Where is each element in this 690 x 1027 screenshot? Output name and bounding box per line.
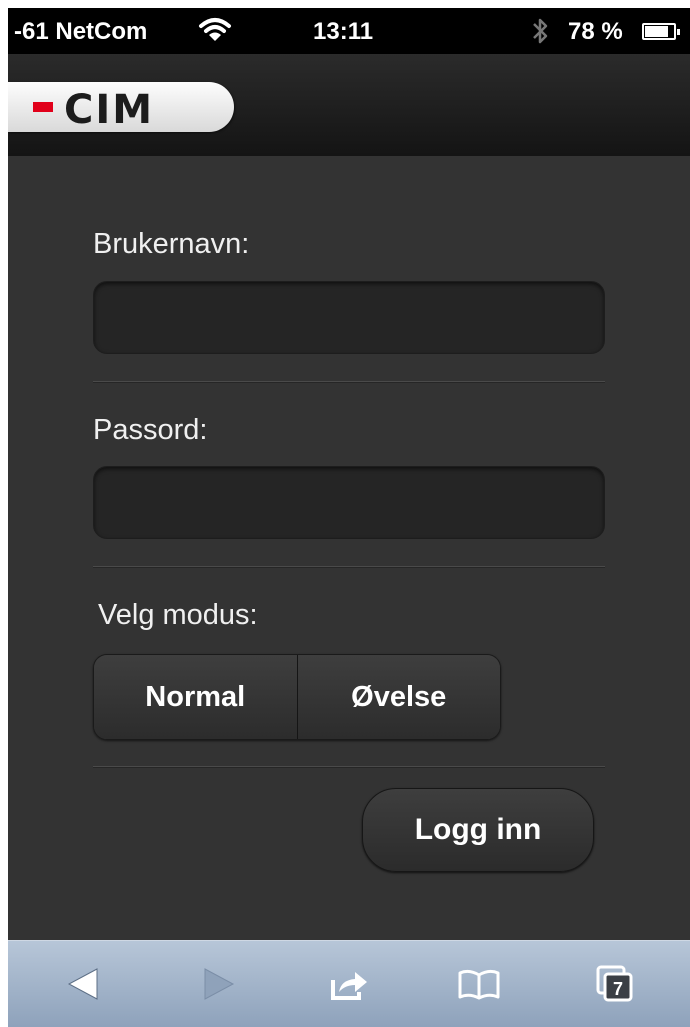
logo-text: CIM (64, 87, 155, 133)
battery-level-fill (645, 26, 669, 37)
app-header: CIM (8, 54, 690, 156)
password-label: Passord: (93, 414, 208, 446)
mode-label: Velg modus: (98, 599, 258, 631)
phone-screen: -61 NetCom 13:11 78 % CIM Brukernavn: Pa… (8, 8, 690, 1027)
battery-percentage: 78 % (568, 18, 623, 45)
back-icon[interactable] (60, 961, 106, 1007)
login-button[interactable]: Logg inn (362, 788, 594, 872)
battery-nub (677, 29, 680, 35)
username-label: Brukernavn: (93, 228, 250, 260)
status-bar: -61 NetCom 13:11 78 % (8, 8, 690, 54)
divider (93, 381, 605, 382)
carrier-signal: -61 NetCom (14, 18, 148, 45)
logo-red-mark (33, 102, 53, 112)
cim-logo[interactable]: CIM (8, 82, 234, 133)
username-input[interactable] (93, 281, 605, 354)
divider (93, 566, 605, 567)
browser-toolbar: 7 (8, 940, 690, 1027)
login-form: Brukernavn: Passord: Velg modus: Normal … (8, 156, 690, 940)
divider (93, 766, 605, 767)
bookmarks-icon[interactable] (456, 961, 502, 1007)
share-icon[interactable] (326, 961, 372, 1007)
forward-icon[interactable] (196, 961, 242, 1007)
battery-icon (642, 23, 680, 40)
mode-selector: Normal Øvelse (93, 654, 501, 740)
mode-normal-button[interactable]: Normal (94, 655, 297, 739)
bluetooth-icon (530, 17, 550, 52)
tabs-icon[interactable]: 7 (592, 961, 638, 1007)
tab-count: 7 (613, 979, 623, 999)
status-time: 13:11 (313, 18, 374, 45)
mode-ovelse-button[interactable]: Øvelse (296, 655, 500, 739)
password-input[interactable] (93, 466, 605, 539)
wifi-icon (198, 17, 232, 50)
